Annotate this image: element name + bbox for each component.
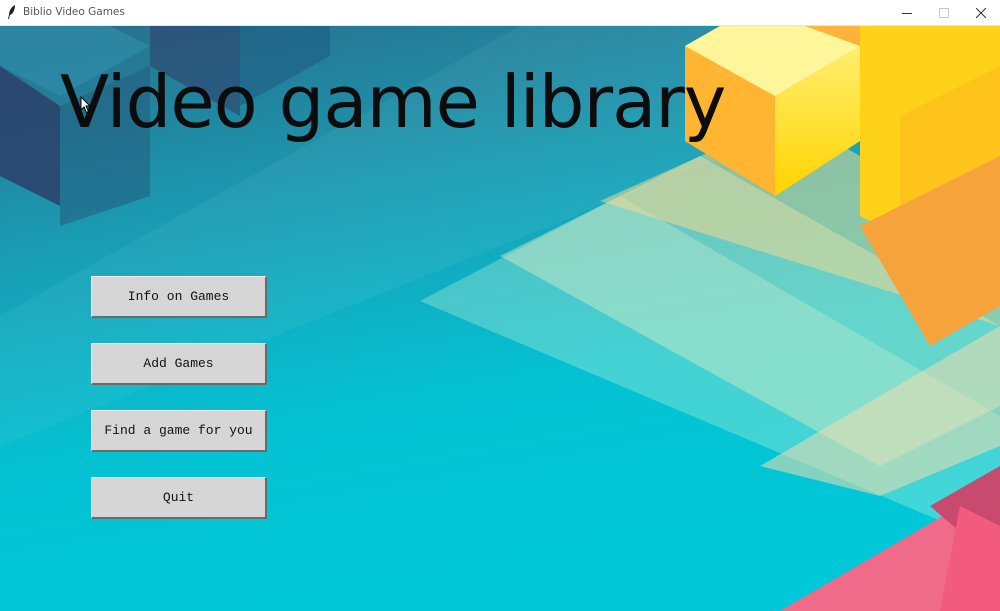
close-button[interactable] bbox=[963, 0, 999, 25]
close-icon bbox=[976, 7, 986, 18]
info-on-games-button[interactable]: Info on Games bbox=[91, 276, 267, 318]
title-bar[interactable]: Biblio Video Games bbox=[0, 0, 1000, 26]
find-game-button[interactable]: Find a game for you bbox=[91, 410, 267, 452]
minimize-button[interactable] bbox=[889, 0, 925, 25]
maximize-button[interactable] bbox=[926, 0, 962, 25]
minimize-icon bbox=[902, 12, 912, 14]
page-title: Video game library bbox=[60, 60, 726, 144]
quit-button[interactable]: Quit bbox=[91, 477, 267, 519]
main-area: Video game library Info on Games Add Gam… bbox=[0, 26, 1000, 611]
app-window: Biblio Video Games Video game library In… bbox=[0, 0, 1000, 611]
maximize-icon bbox=[939, 7, 949, 18]
mouse-cursor-icon bbox=[80, 96, 92, 114]
add-games-button[interactable]: Add Games bbox=[91, 343, 267, 385]
feather-icon bbox=[8, 5, 15, 19]
window-title: Biblio Video Games bbox=[23, 6, 125, 18]
